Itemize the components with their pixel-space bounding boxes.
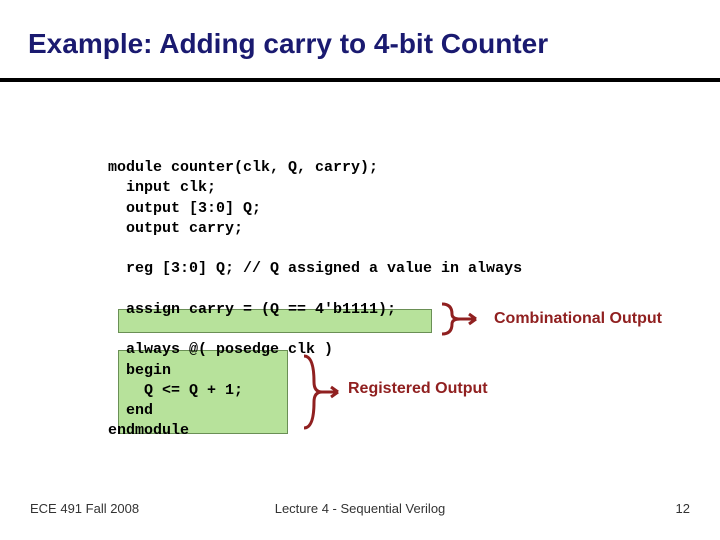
slide-title: Example: Adding carry to 4-bit Counter [28,28,548,60]
title-rule [0,78,720,82]
slide: Example: Adding carry to 4-bit Counter m… [0,0,720,540]
code-block: module counter(clk, Q, carry); input clk… [108,158,720,442]
footer-page-number: 12 [676,501,690,516]
footer-center: Lecture 4 - Sequential Verilog [0,501,720,516]
